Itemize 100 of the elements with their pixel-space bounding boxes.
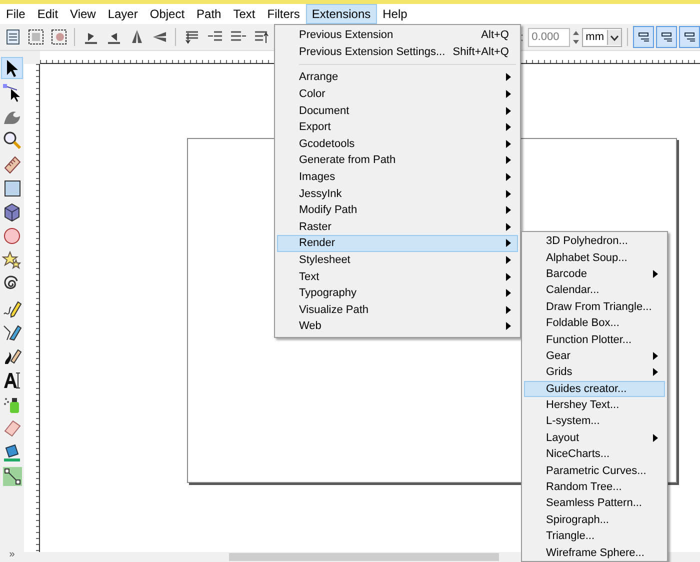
menu-item[interactable]: Guides creator... <box>524 380 665 397</box>
menu-item-label: NiceCharts... <box>546 448 611 460</box>
menu-item[interactable]: Foldable Box... <box>524 314 665 332</box>
menu-item[interactable]: Grids <box>524 364 665 381</box>
menu-item-label: Grids <box>546 366 574 378</box>
menu-item[interactable]: Extensions <box>306 4 377 24</box>
unit-label: mm <box>586 31 604 43</box>
menu-item[interactable]: Color <box>277 86 518 102</box>
menu-item-label: Spirograph... <box>546 514 610 526</box>
field-label: : <box>520 30 524 44</box>
menu-item[interactable]: Text <box>277 268 518 285</box>
menu-item[interactable]: Export <box>277 118 518 136</box>
node-icon <box>2 82 22 102</box>
menu-item-label: Gcodetools <box>299 138 356 150</box>
menu-item[interactable]: Web <box>277 318 518 335</box>
menu-item[interactable]: NiceCharts... <box>524 446 665 462</box>
menu-item[interactable]: L-system... <box>524 413 665 430</box>
menu-item[interactable]: Hershey Text... <box>524 396 665 414</box>
menu-item[interactable]: Generate from Path <box>277 152 518 169</box>
menu-item[interactable]: Barcode <box>524 266 665 282</box>
menu-item[interactable]: Modify Path <box>277 202 518 219</box>
menu-item[interactable]: Help <box>376 4 414 24</box>
menu-item[interactable]: Wireframe Sphere... <box>524 544 665 561</box>
menu-item[interactable]: Previous Extension Alt+Q <box>277 27 518 44</box>
number-field[interactable]: 0.000 <box>528 28 570 46</box>
menu-item[interactable]: Object <box>144 4 191 24</box>
tool-button[interactable] <box>1 465 23 487</box>
overflow-button[interactable]: » <box>9 549 15 562</box>
menu-item-label: Previous Extension <box>299 29 394 42</box>
transform-option-icon <box>638 31 650 43</box>
text-tool-icon <box>2 370 22 390</box>
menu-item[interactable]: Stylesheet <box>277 252 518 268</box>
menu-item-label: Web <box>299 320 322 332</box>
cube-icon <box>2 202 22 222</box>
rectangle-icon <box>2 178 22 198</box>
menu-item[interactable]: Layout <box>524 430 665 446</box>
menu-item-label: Images <box>299 171 336 184</box>
menu-item[interactable]: Typography <box>277 284 518 302</box>
menu-item[interactable]: View <box>64 4 102 24</box>
menu-item-label: Arrange <box>299 71 340 84</box>
menu-item-label: Export <box>299 121 332 134</box>
menu-item[interactable]: 3D Polyhedron... <box>524 233 665 250</box>
menu-item-label: Alphabet Soup... <box>546 252 628 264</box>
scrollbar-thumb[interactable] <box>229 553 499 561</box>
menu-item[interactable]: Render <box>277 235 518 252</box>
ruler-icon <box>2 154 22 174</box>
menu-item[interactable]: Gear <box>524 348 665 364</box>
snap-toggle-button[interactable] <box>633 26 654 48</box>
menu-item-label: Seamless Pattern... <box>546 497 643 510</box>
menu-item[interactable]: File <box>0 4 32 24</box>
menu-item-label: Color <box>299 88 326 100</box>
menu-item-label: Hershey Text... <box>546 399 620 412</box>
transform-option-icon <box>684 31 696 43</box>
tool-button[interactable] <box>1 129 23 151</box>
menu-item[interactable]: Text <box>227 4 262 24</box>
menu-item[interactable]: Calendar... <box>524 282 665 299</box>
eraser-icon <box>2 418 22 438</box>
menu-item-label: Render <box>299 237 336 250</box>
menu-item[interactable]: Gcodetools <box>277 136 518 152</box>
document-icon <box>4 28 22 46</box>
menu-item[interactable]: Random Tree... <box>524 478 665 496</box>
menu-item[interactable]: Alphabet Soup... <box>524 249 665 266</box>
tool-button[interactable] <box>1 57 23 79</box>
menu-item-label: Previous Extension Settings... <box>299 46 446 58</box>
menu-item[interactable]: Document <box>277 102 518 119</box>
menu-item[interactable]: Draw From Triangle... <box>524 298 665 315</box>
snap-toggle-button[interactable] <box>656 26 677 48</box>
menu-item-label: Generate from Path <box>299 154 397 166</box>
menu-item[interactable]: Path <box>190 4 228 24</box>
menu-item-label: Parametric Curves... <box>546 464 648 477</box>
menu-item[interactable]: Visualize Path <box>277 302 518 318</box>
menu-item-label: Raster <box>299 220 332 233</box>
menu-item[interactable]: Raster <box>277 218 518 236</box>
menu-item-label: Layout <box>546 432 580 444</box>
tool-button[interactable] <box>1 249 23 271</box>
menu-item-label: JessyInk <box>299 188 343 200</box>
menu-item-label: Wireframe Sphere... <box>546 546 646 559</box>
menu-item[interactable]: Previous Extension Settings... Shift+Alt+Q <box>277 44 518 60</box>
menu-item[interactable]: Function Plotter... <box>524 331 665 348</box>
menu-item[interactable]: JessyInk <box>277 185 518 202</box>
menu-item[interactable]: Layer <box>102 4 144 24</box>
menu-item-label: Stylesheet <box>299 254 352 266</box>
menu-item-label: Triangle... <box>546 530 596 542</box>
snap-toggle-button[interactable] <box>679 26 700 48</box>
menu-item-label: Text <box>299 270 320 283</box>
menu-item[interactable]: Parametric Curves... <box>524 462 665 479</box>
menu-item[interactable]: Seamless Pattern... <box>524 495 665 512</box>
shortcut-label: Alt+Q <box>481 29 509 42</box>
menu-item[interactable]: Arrange <box>277 69 518 86</box>
connector-icon <box>2 466 22 486</box>
menu-item-label: Function Plotter... <box>546 334 633 346</box>
menu-item[interactable]: Spirograph... <box>524 512 665 528</box>
menu-item-label: Foldable Box... <box>546 317 620 330</box>
menu-item[interactable]: Edit <box>31 4 64 24</box>
unit-dropdown[interactable]: mm <box>582 28 622 46</box>
menu-item[interactable]: Triangle... <box>524 528 665 544</box>
menu-item-label: Barcode <box>546 268 588 280</box>
transform-option-icon <box>660 31 672 43</box>
menu-item[interactable]: Images <box>277 168 518 186</box>
menu-item[interactable]: Filters <box>261 4 306 24</box>
